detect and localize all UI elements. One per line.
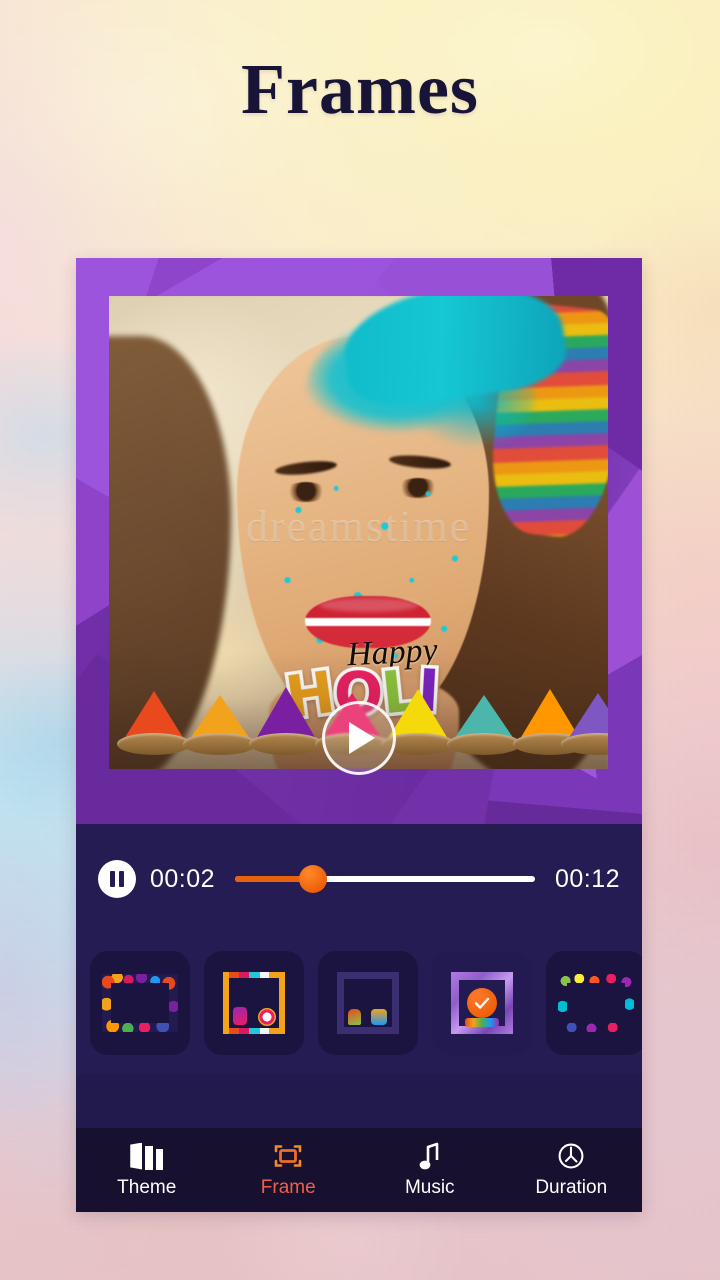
nav-label-theme: Theme [117, 1177, 177, 1198]
play-triangle-icon [349, 722, 375, 754]
frame-thumbnail-5[interactable] [546, 951, 642, 1055]
frame-preview-art [337, 972, 399, 1034]
frame-preview-art [558, 974, 634, 1032]
powder-pot [447, 681, 521, 755]
nav-item-theme[interactable]: Theme [76, 1141, 218, 1199]
pause-bar-left [110, 871, 115, 887]
photo-watermark: dreamstime [245, 502, 472, 551]
selected-check-badge [467, 988, 497, 1018]
frame-preview-art [223, 972, 285, 1034]
frame-doodle-kid [348, 1009, 361, 1025]
video-preview-stage[interactable]: dreamstime Happy H O L I [76, 258, 642, 824]
frame-doodle-rangoli [258, 1008, 276, 1026]
frame-inner-area [111, 983, 169, 1023]
music-note-icon [418, 1141, 442, 1171]
pause-bar-right [119, 871, 124, 887]
clock-icon [557, 1141, 585, 1171]
total-time-label: 00:12 [554, 864, 620, 893]
current-time-label: 00:02 [150, 864, 216, 893]
frame-doodle-pots [465, 1018, 499, 1027]
frame-thumbnail-3[interactable] [318, 951, 418, 1055]
powder-pot [183, 681, 257, 755]
nav-item-frame[interactable]: Frame [218, 1141, 360, 1199]
preview-photo: dreamstime Happy H O L I [109, 296, 608, 769]
frame-thumbnail-1[interactable] [90, 951, 190, 1055]
page-title: Frames [241, 49, 479, 129]
seek-thumb[interactable] [299, 865, 328, 893]
panels-icon [130, 1141, 164, 1171]
nav-label-frame: Frame [260, 1177, 316, 1198]
nav-item-music[interactable]: Music [359, 1141, 501, 1199]
frame-thumbnail-4[interactable] [432, 951, 532, 1055]
frames-thumbnail-strip[interactable] [76, 934, 642, 1074]
powder-pot [249, 681, 323, 755]
bottom-navigation-bar: Theme Frame Music Duration [76, 1128, 642, 1212]
powder-pot [117, 681, 191, 755]
frame-icon [273, 1141, 303, 1171]
frame-doodle-figure [233, 1007, 247, 1025]
pause-button[interactable] [98, 860, 136, 898]
frame-inner-area [567, 983, 625, 1023]
play-button[interactable] [322, 701, 396, 775]
playback-controls-bar: 00:02 00:12 [76, 824, 642, 934]
nav-label-music: Music [404, 1177, 455, 1198]
nav-item-duration[interactable]: Duration [501, 1141, 643, 1199]
nav-label-duration: Duration [535, 1177, 608, 1198]
check-icon [474, 997, 490, 1009]
frame-thumbnail-2[interactable] [204, 951, 304, 1055]
frame-doodle-hands [371, 1009, 387, 1025]
frame-preview-art [102, 974, 178, 1032]
powder-pot [561, 681, 608, 755]
app-screenshot-panel: dreamstime Happy H O L I [76, 258, 642, 1212]
photo-lip-highlight [319, 598, 419, 612]
seek-slider[interactable] [235, 864, 535, 894]
